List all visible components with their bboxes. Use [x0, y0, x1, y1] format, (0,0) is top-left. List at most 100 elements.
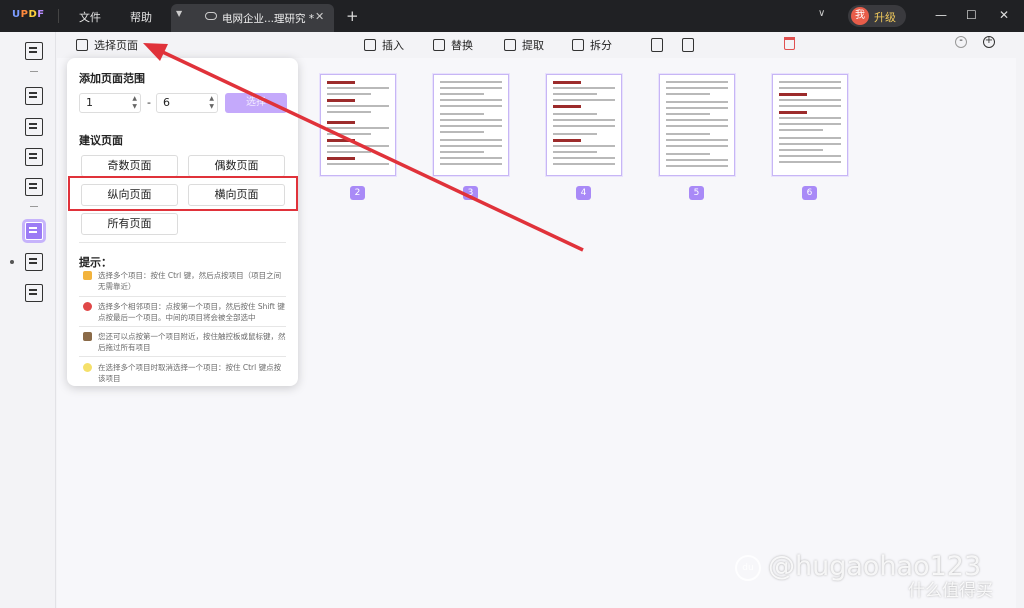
text-line — [553, 99, 615, 101]
upgrade-button[interactable]: 我 升级 — [848, 5, 906, 27]
delete-icon[interactable] — [784, 37, 795, 50]
text-line — [779, 149, 823, 151]
select-pages-button[interactable]: 选择页面 — [76, 37, 138, 53]
zoom-in-icon[interactable]: + — [983, 36, 995, 48]
text-line — [440, 163, 502, 165]
tip-text: 选择多个项目：按住 Ctrl 键，然后点按项目（项目之间无需靠近） — [98, 271, 282, 291]
suggest-heading: 建议页面 — [79, 134, 123, 147]
reader-icon[interactable] — [25, 42, 43, 60]
hourglass-icon — [83, 332, 92, 341]
split-button[interactable]: 拆分 — [572, 37, 612, 53]
text-line — [440, 87, 502, 89]
page-thumbnail[interactable] — [320, 74, 396, 176]
menu-help[interactable]: 帮助 — [130, 9, 152, 25]
range-from-value: 1 — [86, 96, 93, 109]
sidebar-divider — [30, 206, 38, 207]
title-bar: UPDF 文件 帮助 电网企业...理研究 * ✕ ▼ + ∨ 我 升级 — ☐… — [0, 0, 1024, 32]
panel-divider — [79, 356, 286, 357]
text-line — [327, 111, 371, 113]
highlighted-text-line — [553, 81, 581, 84]
zoom-out-icon[interactable]: - — [955, 36, 967, 48]
left-sidebar — [0, 32, 56, 608]
close-window-button[interactable]: ✕ — [999, 8, 1009, 22]
chevron-down-icon[interactable]: ∨ — [818, 8, 825, 19]
ocr-icon[interactable] — [25, 284, 43, 302]
select-pages-icon — [76, 39, 88, 51]
stepper-icon[interactable]: ▲ ▼ — [209, 95, 214, 111]
new-tab-button[interactable]: + — [346, 7, 359, 25]
fill-sign-icon[interactable] — [25, 178, 43, 196]
page-thumbnail[interactable] — [659, 74, 735, 176]
highlighted-text-line — [327, 81, 355, 84]
text-line — [666, 87, 728, 89]
text-line — [440, 131, 484, 133]
maximize-button[interactable]: ☐ — [966, 8, 977, 22]
text-line — [666, 159, 728, 161]
highlight-box — [68, 176, 298, 211]
text-line — [666, 145, 728, 147]
text-line — [779, 99, 841, 101]
insert-label: 插入 — [382, 39, 404, 52]
text-line — [440, 93, 484, 95]
text-line — [666, 107, 728, 109]
rotate-left-icon[interactable] — [651, 38, 663, 52]
panel-divider — [79, 242, 286, 243]
close-tab-icon[interactable]: ✕ — [315, 10, 324, 23]
odd-pages-button[interactable]: 奇数页面 — [81, 155, 178, 177]
lightbulb-icon — [83, 363, 92, 372]
select-pages-panel: 添加页面范围 1 ▲ ▼ - 6 ▲ ▼ 选择 建议页面 奇数页面 偶数页面 纵向页面 … — [67, 58, 298, 386]
replace-button[interactable]: 替换 — [433, 37, 473, 53]
range-to-input[interactable]: 6 ▲ ▼ — [156, 93, 218, 113]
tip-item: 在选择多个项目时取消选择一个项目：按住 Ctrl 键点按该项目 — [83, 362, 288, 384]
text-line — [553, 133, 597, 135]
insert-button[interactable]: 插入 — [364, 37, 404, 53]
page-thumbnail[interactable] — [546, 74, 622, 176]
avatar: 我 — [851, 7, 869, 25]
text-line — [666, 139, 728, 141]
menu-file[interactable]: 文件 — [79, 9, 101, 25]
document-tab[interactable]: 电网企业...理研究 * ✕ — [171, 4, 334, 32]
all-pages-button[interactable]: 所有页面 — [81, 213, 178, 235]
confirm-range-button[interactable]: 选择 — [225, 93, 287, 113]
highlighted-text-line — [779, 93, 807, 96]
crop-icon[interactable] — [25, 253, 43, 271]
minimize-button[interactable]: — — [935, 8, 947, 22]
text-line — [779, 143, 841, 145]
form-icon[interactable] — [25, 148, 43, 166]
page-thumbnail[interactable] — [433, 74, 509, 176]
text-line — [327, 151, 371, 153]
tab-dropdown-icon[interactable]: ▼ — [176, 9, 182, 18]
text-line — [779, 81, 841, 83]
tips-heading: 提示： — [79, 256, 112, 269]
page-thumbnail[interactable] — [772, 74, 848, 176]
replace-icon — [433, 39, 445, 51]
watermark-logo: du — [735, 555, 761, 581]
text-line — [553, 119, 615, 121]
replace-label: 替换 — [451, 39, 473, 52]
text-line — [779, 87, 841, 89]
text-line — [440, 99, 502, 101]
text-line — [779, 117, 841, 119]
text-line — [553, 113, 597, 115]
range-from-input[interactable]: 1 ▲ ▼ — [79, 93, 141, 113]
rotate-right-icon[interactable] — [682, 38, 694, 52]
organize-pages-icon[interactable] — [22, 219, 46, 243]
text-line — [779, 123, 841, 125]
highlighted-text-line — [779, 111, 807, 114]
text-line — [666, 119, 728, 121]
edit-icon[interactable] — [25, 118, 43, 136]
text-line — [666, 81, 728, 83]
text-line — [440, 105, 502, 107]
party-icon — [83, 271, 92, 280]
range-separator: - — [147, 96, 151, 109]
text-line — [666, 93, 710, 95]
tip-item: 选择多个相邻项目：点按第一个项目，然后按住 Shift 键点按最后一个项目。中间… — [83, 301, 288, 325]
text-line — [553, 125, 615, 127]
text-line — [553, 157, 615, 159]
extract-button[interactable]: 提取 — [504, 37, 544, 53]
split-label: 拆分 — [590, 39, 612, 52]
page-number-badge: 2 — [350, 186, 365, 200]
even-pages-button[interactable]: 偶数页面 — [188, 155, 285, 177]
stepper-icon[interactable]: ▲ ▼ — [132, 95, 137, 111]
comment-icon[interactable] — [25, 87, 43, 105]
